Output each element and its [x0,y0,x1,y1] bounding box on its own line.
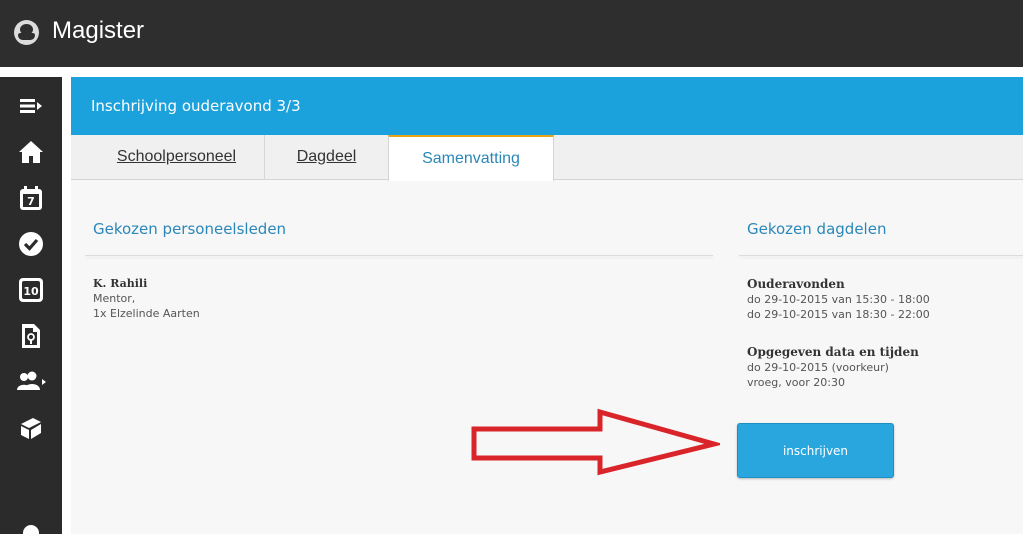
sidebar: 7 10 [0,77,62,534]
sidebar-gap [62,77,71,534]
page-header: Inschrijving ouderavond 3/3 [71,77,1023,135]
document-icon [22,324,40,348]
calendar-icon: 7 [20,186,42,210]
tab-dagdeel[interactable]: Dagdeel [265,135,388,179]
app-title: Magister [52,17,145,44]
home-icon [19,141,43,163]
sidebar-item-documents[interactable] [0,313,62,359]
section-heading-dagdelen: Gekozen dagdelen [747,220,887,238]
study-guide-icon [21,418,41,439]
block-line: do 29-10-2015 van 18:30 - 22:00 [747,308,930,321]
calendar-day-label: 7 [27,195,35,208]
block-title-ouderavonden: Ouderavonden [747,277,845,291]
grades-icon: 10 [19,278,43,302]
sidebar-item-studyguide[interactable] [0,405,62,451]
tab-samenvatting[interactable]: Samenvatting [388,135,554,181]
people-icon [17,371,46,390]
person-detail: 1x Elzelinde Aarten [93,307,200,320]
section-divider [739,255,1023,256]
top-spacer [0,67,1023,77]
tab-schoolpersoneel[interactable]: Schoolpersoneel [89,135,265,179]
sidebar-item-agenda[interactable]: 7 [0,175,62,221]
grades-label: 10 [23,285,39,298]
sidebar-item-people[interactable] [0,359,62,405]
tab-bar: Schoolpersoneel Dagdeel Samenvatting [71,135,1023,181]
sidebar-item-tasks[interactable] [0,221,62,267]
person-role: Mentor, [93,292,136,305]
section-heading-personeel: Gekozen personeelsleden [93,220,287,238]
sidebar-item-home[interactable] [0,129,62,175]
inschrijven-button[interactable]: inschrijven [737,423,894,478]
sidebar-item-more[interactable] [0,497,62,534]
page-title: Inschrijving ouderavond 3/3 [91,97,301,115]
red-arrow-icon [471,408,720,476]
sidebar-item-grades[interactable]: 10 [0,267,62,313]
top-bar: Magister [0,0,1023,67]
section-divider [85,255,713,256]
person-name: K. Rahili [93,277,148,290]
block-line: do 29-10-2015 (voorkeur) [747,361,889,374]
profile-icon [23,525,39,534]
check-circle-icon [19,232,43,256]
block-title-opgegeven: Opgegeven data en tijden [747,345,919,359]
sidebar-item-menu[interactable] [0,83,62,129]
magister-logo-icon [14,20,39,45]
menu-expand-icon [20,99,42,113]
block-line: do 29-10-2015 van 15:30 - 18:00 [747,293,930,306]
block-line: vroeg, voor 20:30 [747,376,845,389]
